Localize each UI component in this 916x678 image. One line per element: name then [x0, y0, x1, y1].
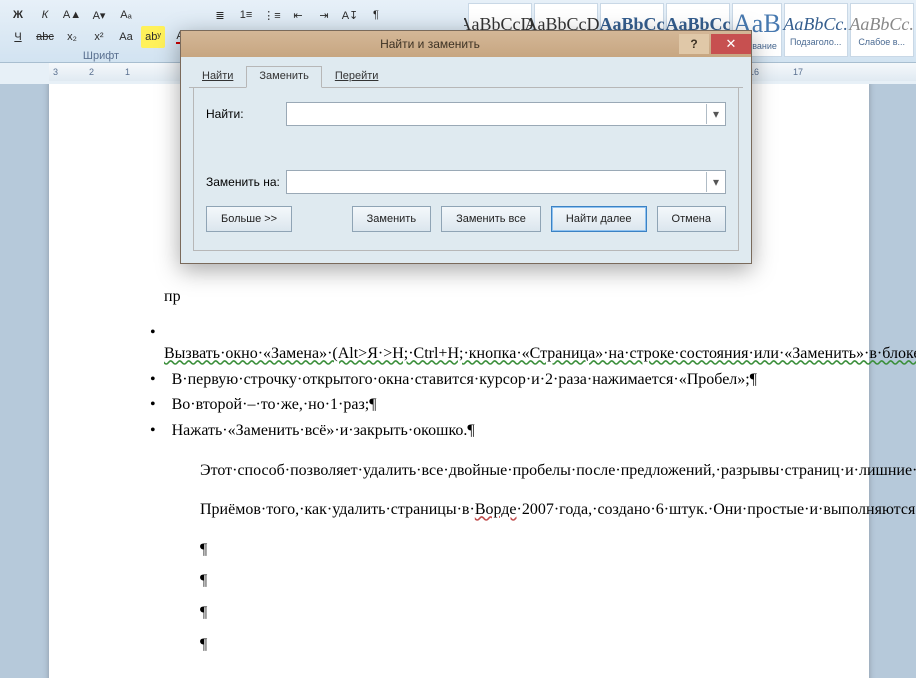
style-item[interactable]: AaBbCc.Слабое в...: [850, 3, 914, 57]
numbering-button[interactable]: 1≡: [234, 4, 258, 26]
dialog-panel: Найти: ▾ Заменить на: ▾ Больше >> Замени…: [193, 88, 739, 251]
find-replace-dialog: Найти и заменить ? ✕ Найти Заменить Пере…: [180, 30, 752, 264]
sort-button[interactable]: A↧: [338, 4, 362, 26]
ruler-mark: 2: [89, 67, 94, 77]
bold-button[interactable]: Ж: [6, 4, 30, 26]
tab-goto[interactable]: Перейти: [322, 66, 392, 88]
font-group: Ж К A▲ A▾ Aₐ Ч abc x₂ x² Aa abʸ A Шрифт: [0, 0, 202, 62]
find-label: Найти:: [206, 107, 286, 121]
italic-button[interactable]: К: [33, 4, 57, 26]
replace-label: Заменить на:: [206, 175, 286, 189]
spellcheck-word[interactable]: Ворде: [475, 501, 517, 518]
show-marks-button[interactable]: ¶: [364, 4, 388, 26]
tab-replace[interactable]: Заменить: [246, 66, 321, 88]
dialog-tabs: Найти Заменить Перейти: [189, 65, 743, 88]
grow-font-button[interactable]: A▲: [60, 4, 84, 26]
highlight-button[interactable]: abʸ: [141, 26, 165, 48]
replace-button[interactable]: Заменить: [352, 206, 431, 232]
empty-paragraph[interactable]: ¶: [164, 570, 771, 592]
dedent-button[interactable]: ⇤: [286, 4, 310, 26]
empty-paragraph[interactable]: ¶: [164, 602, 771, 624]
close-button[interactable]: ✕: [711, 34, 751, 54]
list-item[interactable]: Вызвать·окно·«Замена»·(Alt>Я·>Н;·Ctrl+H;…: [164, 322, 771, 365]
paragraph[interactable]: Этот·способ·позволяет·удалить·все·двойны…: [164, 460, 771, 482]
cancel-button[interactable]: Отмена: [657, 206, 726, 232]
ruler-mark: 17: [793, 67, 803, 77]
chevron-down-icon[interactable]: ▾: [706, 104, 725, 124]
subscript-button[interactable]: x₂: [60, 26, 84, 48]
indent-button[interactable]: ⇥: [312, 4, 336, 26]
replace-input[interactable]: [287, 173, 706, 191]
underline-button[interactable]: Ч: [6, 26, 30, 48]
more-button[interactable]: Больше >>: [206, 206, 292, 232]
paragraph[interactable]: Приёмов·того,·как·удалить·страницы·в·Вор…: [164, 499, 771, 521]
ruler-mark: 1: [125, 67, 130, 77]
help-button[interactable]: ?: [679, 34, 709, 54]
superscript-button[interactable]: x²: [87, 26, 111, 48]
list-item[interactable]: Нажать·«Заменить·всё»·и·закрыть·окошко.¶: [164, 420, 771, 442]
dialog-title: Найти и заменить: [181, 37, 679, 51]
para-cut[interactable]: пр: [164, 286, 771, 308]
shrink-font-button[interactable]: A▾: [87, 4, 111, 26]
empty-paragraph[interactable]: ¶: [164, 539, 771, 561]
bullets-button[interactable]: ≣: [208, 4, 232, 26]
multilevel-button[interactable]: ⋮≡: [260, 4, 284, 26]
list-item[interactable]: В·первую·строчку·открытого·окна·ставится…: [164, 369, 771, 391]
empty-paragraph[interactable]: ¶: [164, 634, 771, 656]
style-item[interactable]: AaBbCc.Подзаголо...: [784, 3, 848, 57]
clear-format-button[interactable]: Aₐ: [114, 4, 138, 26]
font-group-label: Шрифт: [6, 50, 196, 62]
chevron-down-icon[interactable]: ▾: [706, 172, 725, 192]
dialog-titlebar[interactable]: Найти и заменить ? ✕: [181, 31, 751, 57]
tab-find[interactable]: Найти: [189, 66, 246, 88]
find-combo[interactable]: ▾: [286, 102, 726, 126]
find-input[interactable]: [287, 105, 706, 123]
change-case-button[interactable]: Aa: [114, 26, 138, 48]
find-next-button[interactable]: Найти далее: [551, 206, 647, 232]
replace-combo[interactable]: ▾: [286, 170, 726, 194]
ruler-mark: 3: [53, 67, 58, 77]
replace-all-button[interactable]: Заменить все: [441, 206, 541, 232]
list-item[interactable]: Во·второй·–·то·же,·но·1·раз;¶: [164, 394, 771, 416]
strike-button[interactable]: abc: [33, 26, 57, 48]
